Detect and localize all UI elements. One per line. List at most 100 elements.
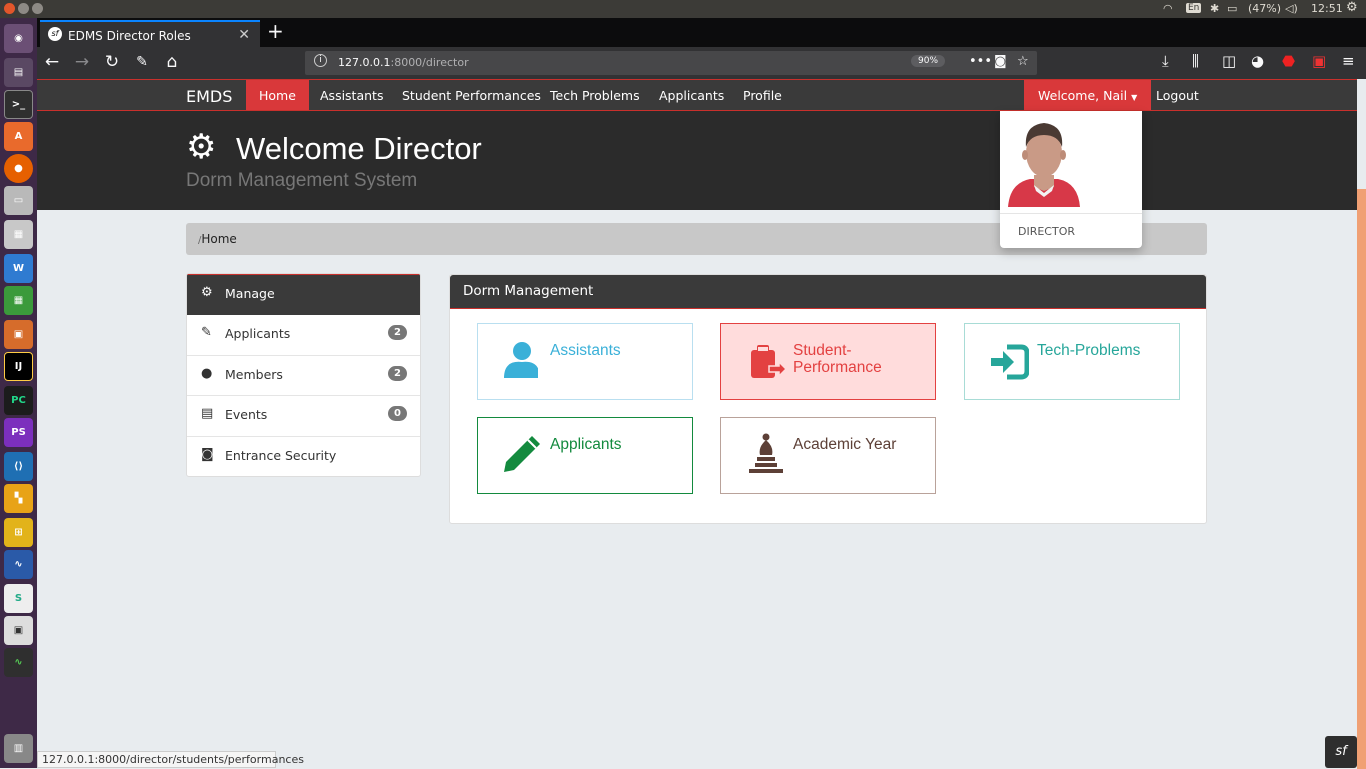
browser-tab[interactable]: sf EDMS Director Roles ✕ [40, 20, 260, 47]
cog-icon: ⚙ [201, 285, 213, 300]
sidebar-toggle-icon[interactable]: ◫ [1222, 52, 1236, 70]
sidebar-item-label: Applicants [225, 326, 291, 341]
firefox-icon[interactable]: ● [4, 154, 33, 183]
zoom-indicator[interactable]: 90% [911, 55, 946, 67]
breadcrumb-home[interactable]: Home [201, 232, 236, 246]
user-menu-toggle[interactable]: Welcome, Nail ▼ [1024, 80, 1152, 110]
impress-icon[interactable]: ▣ [4, 320, 33, 349]
terminal-icon[interactable]: >_ [4, 90, 33, 119]
wifi-icon[interactable]: ◠ [1163, 2, 1173, 15]
bookmark-star-icon[interactable]: ☆ [1017, 54, 1029, 69]
intellij-icon[interactable]: IJ [4, 352, 33, 381]
sign-in-icon [989, 344, 1030, 385]
camera-icon: ◙ [201, 446, 214, 462]
workspace-icon[interactable]: ▤ [4, 58, 33, 87]
tile-assistants[interactable]: Assistants [477, 323, 693, 400]
nav-home[interactable]: Home [246, 80, 309, 110]
tile-applicants[interactable]: Applicants [477, 417, 693, 494]
volume-icon[interactable]: ◁) [1285, 2, 1298, 15]
page-actions-icon[interactable]: ••• [969, 54, 992, 69]
forward-icon[interactable]: → [70, 52, 94, 72]
clock[interactable]: 12:51 [1311, 2, 1343, 15]
pycharm-icon[interactable]: PC [4, 386, 33, 415]
trash-icon[interactable]: ▥ [4, 734, 33, 763]
page-title: Welcome Director [236, 131, 482, 166]
list-alt-icon: ▤ [201, 406, 214, 421]
brand-logo[interactable]: EMDS [186, 87, 232, 106]
bluetooth-icon[interactable]: ✱ [1210, 2, 1219, 15]
new-tab-icon[interactable]: + [267, 19, 284, 43]
tab-close-icon[interactable]: ✕ [238, 27, 250, 43]
nav-student-performances[interactable]: Student Performances [389, 80, 554, 110]
sidebar-item-applicants[interactable]: ✎ Applicants 2 [187, 315, 420, 356]
downloads-icon[interactable]: ⤓ [1162, 52, 1169, 70]
sidebar-item-members[interactable]: ● Members 2 [187, 356, 420, 396]
back-icon[interactable]: ← [40, 52, 64, 72]
sidebar-item-entrance-security[interactable]: ◙ Entrance Security [187, 437, 420, 477]
logout-link[interactable]: Logout [1143, 80, 1212, 103]
url-path: :8000/director [390, 56, 469, 69]
screenshot-extension-icon[interactable]: ▣ [1312, 52, 1326, 70]
files-icon[interactable]: ▭ [4, 186, 33, 215]
tile-tech-problems[interactable]: Tech-Problems [964, 323, 1180, 400]
nav-tech-problems[interactable]: Tech Problems [537, 80, 653, 110]
reload-icon[interactable]: ↻ [100, 52, 124, 72]
avatar[interactable] [1006, 117, 1082, 211]
nav-applicants[interactable]: Applicants [646, 80, 737, 110]
sidebar-header[interactable]: ⚙ Manage [187, 274, 420, 315]
url-bar[interactable]: i 127.0.0.1:8000/director 90% ••• ◙ ☆ [305, 51, 1037, 75]
dropdown-divider [1000, 213, 1142, 214]
tile-label: Applicants [550, 436, 622, 453]
tile-label: Assistants [550, 342, 621, 359]
calc-icon[interactable]: ▦ [4, 286, 33, 315]
user-icon: ● [201, 365, 213, 381]
tile-student-performance[interactable]: Student- Performance [720, 323, 936, 400]
writer-icon[interactable]: W [4, 254, 33, 283]
phpstorm-icon[interactable]: PS [4, 418, 33, 447]
system-monitor-icon[interactable]: ∿ [4, 648, 33, 677]
keyboard-language-indicator[interactable]: En [1186, 3, 1202, 13]
tile-label: Academic Year [793, 436, 897, 453]
launcher-dock: ◉ ▤ >_ A ● ▭ ▦ W ▦ ▣ IJ PC PS ⟨⟩ ▚ ⊞ ∿ S… [0, 18, 37, 768]
hamburger-menu-icon[interactable]: ≡ [1342, 52, 1355, 70]
count-badge: 2 [388, 365, 407, 381]
battery-percent[interactable]: (47%) [1248, 2, 1281, 15]
extension-ghost-icon[interactable]: ◕ [1251, 52, 1264, 70]
mysql-workbench-icon[interactable]: ∿ [4, 550, 33, 579]
url-host: 127.0.0.1 [338, 56, 391, 69]
ubuntu-dash-icon[interactable]: ◉ [4, 24, 33, 53]
window-close-button[interactable] [4, 3, 15, 14]
sublime-text-icon[interactable]: S [4, 584, 33, 613]
tile-label-line1: Student- [793, 342, 852, 359]
battery-icon[interactable]: ▭ [1227, 2, 1237, 15]
sidebar-item-events[interactable]: ▤ Events 0 [187, 396, 420, 437]
clipboard-icon [749, 344, 788, 385]
link-status-bar: 127.0.0.1:8000/director/students/perform… [37, 751, 304, 768]
color-grid-icon[interactable]: ▚ [4, 484, 33, 513]
browser-toolbar: ← → ↻ ✎ ⌂ i 127.0.0.1:8000/director 90% … [37, 47, 1366, 79]
remote-desktop-icon[interactable]: ▣ [4, 616, 33, 645]
pocket-icon[interactable]: ◙ [994, 54, 1007, 69]
software-center-icon[interactable]: A [4, 122, 33, 151]
archive-icon[interactable]: ▦ [4, 220, 33, 249]
network-icon[interactable]: ⊞ [4, 518, 33, 547]
sidebar-item-label: Entrance Security [225, 447, 337, 463]
dorm-management-panel: Dorm Management Assistants Student- Perfo… [449, 274, 1207, 524]
window-maximize-button[interactable] [32, 3, 43, 14]
wrench-icon[interactable]: ✎ [130, 54, 154, 70]
browser-tab-strip: sf EDMS Director Roles ✕ + [37, 18, 1366, 47]
system-top-panel: ◠ En ✱ ▭ (47%) ◁) 12:51 ⚙ [0, 0, 1366, 18]
vscode-icon[interactable]: ⟨⟩ [4, 452, 33, 481]
tile-academic-year[interactable]: Academic Year [720, 417, 936, 494]
window-minimize-button[interactable] [18, 3, 29, 14]
symfony-toolbar-icon[interactable]: sf [1325, 736, 1357, 768]
nav-profile[interactable]: Profile [730, 80, 795, 110]
user-dropdown-menu: DIRECTOR [1000, 111, 1142, 248]
settings-gear-icon[interactable]: ⚙ [1346, 0, 1358, 15]
home-icon[interactable]: ⌂ [160, 52, 184, 72]
scrollbar[interactable] [1357, 189, 1366, 769]
ublock-origin-icon[interactable]: ⬣ [1282, 52, 1295, 70]
library-icon[interactable]: ⫼ [1192, 52, 1199, 70]
nav-assistants[interactable]: Assistants [307, 80, 396, 110]
site-info-icon[interactable]: i [314, 54, 327, 67]
